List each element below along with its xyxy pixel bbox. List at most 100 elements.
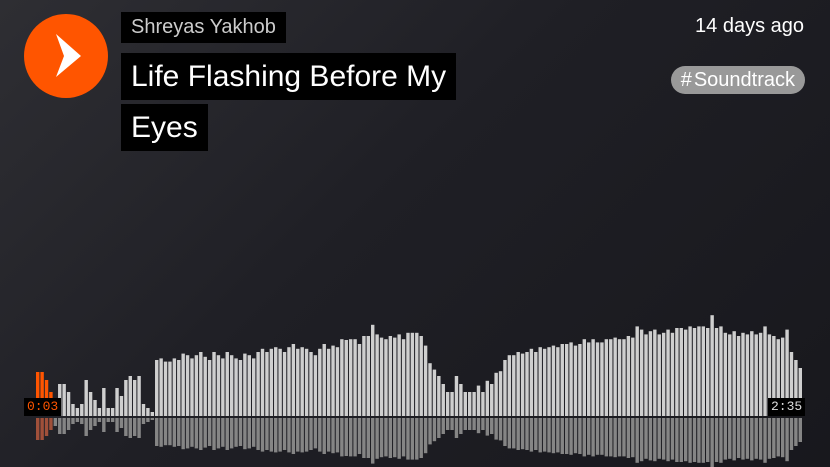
waveform-bar-reflection[interactable] (326, 418, 331, 452)
waveform-bar[interactable] (639, 329, 644, 416)
waveform-bar-reflection[interactable] (754, 418, 758, 459)
waveform-bar[interactable] (697, 326, 701, 416)
waveform-bar-reflection[interactable] (556, 418, 560, 453)
waveform-bar[interactable] (75, 408, 80, 416)
waveform-bar-reflection[interactable] (679, 418, 683, 462)
waveform-bar[interactable] (238, 360, 243, 416)
waveform-bar-reflection[interactable] (450, 418, 454, 430)
waveform-bar[interactable] (115, 388, 119, 416)
waveform-bar-reflection[interactable] (631, 418, 635, 458)
waveform-bar[interactable] (573, 345, 578, 416)
waveform-bar[interactable] (631, 337, 635, 416)
waveform-bar-reflection[interactable] (582, 418, 587, 457)
waveform-bar-reflection[interactable] (102, 418, 106, 432)
waveform-bar-reflection[interactable] (221, 418, 225, 447)
waveform-bar-reflection[interactable] (481, 418, 485, 430)
waveform-bar-reflection[interactable] (785, 418, 789, 462)
waveform-bar-reflection[interactable] (318, 418, 322, 452)
waveform-bar[interactable] (706, 328, 710, 416)
waveform-bar[interactable] (622, 339, 626, 416)
waveform-bar[interactable] (344, 340, 348, 416)
waveform-bar-reflection[interactable] (393, 418, 397, 458)
waveform-bar[interactable] (679, 328, 683, 416)
waveform-bar-reflection[interactable] (723, 418, 728, 460)
waveform-bar-reflection[interactable] (331, 418, 335, 454)
waveform-bar-reflection[interactable] (62, 418, 66, 434)
waveform-bar[interactable] (366, 336, 371, 416)
waveform-bar-reflection[interactable] (569, 418, 573, 455)
waveform-bar-reflection[interactable] (340, 418, 344, 457)
waveform-bar[interactable] (322, 344, 326, 416)
waveform-bar-reflection[interactable] (520, 418, 525, 450)
waveform-bar-reflection[interactable] (525, 418, 529, 450)
waveform-bar[interactable] (340, 339, 344, 416)
waveform-bar[interactable] (265, 352, 269, 416)
waveform-bar[interactable] (692, 328, 697, 416)
waveform-bar-reflection[interactable] (384, 418, 388, 457)
waveform-bar-reflection[interactable] (763, 418, 767, 463)
waveform-bar[interactable] (547, 347, 551, 416)
waveform-bar-reflection[interactable] (472, 418, 476, 430)
waveform-bar[interactable] (282, 352, 287, 416)
waveform-bar[interactable] (503, 360, 507, 416)
waveform-bar-reflection[interactable] (648, 418, 653, 461)
waveform-bar[interactable] (498, 371, 503, 416)
waveform-bar[interactable] (141, 404, 146, 416)
waveform-bar-reflection[interactable] (119, 418, 124, 428)
waveform-bar[interactable] (604, 339, 609, 416)
waveform-bar-reflection[interactable] (401, 418, 406, 457)
waveform-bar[interactable] (595, 342, 600, 416)
waveform-bar-reflection[interactable] (410, 418, 415, 460)
waveform-bar-reflection[interactable] (71, 418, 75, 424)
waveform-bar[interactable] (476, 385, 481, 416)
waveform-bar-reflection[interactable] (498, 418, 503, 441)
waveform-bar-reflection[interactable] (789, 418, 794, 450)
waveform-bar[interactable] (723, 332, 728, 416)
waveform-bar-reflection[interactable] (397, 418, 401, 459)
waveform-bar[interactable] (750, 331, 754, 416)
waveform-bar[interactable] (688, 326, 692, 416)
waveform-bar[interactable] (229, 355, 234, 416)
waveform-bar-reflection[interactable] (587, 418, 591, 455)
waveform-bar[interactable] (291, 344, 296, 416)
waveform-bar[interactable] (494, 372, 498, 416)
waveform-bar-reflection[interactable] (362, 418, 366, 458)
waveform-bar[interactable] (481, 392, 485, 416)
waveform-bar[interactable] (172, 358, 177, 416)
waveform-bar-reflection[interactable] (269, 418, 274, 452)
waveform-bar[interactable] (445, 392, 450, 416)
waveform-bar[interactable] (582, 339, 587, 416)
waveform-bar[interactable] (564, 344, 569, 416)
waveform-bar[interactable] (66, 392, 71, 416)
waveform-bar[interactable] (587, 342, 591, 416)
waveform-bar-reflection[interactable] (335, 418, 340, 453)
waveform-bar-reflection[interactable] (132, 418, 137, 436)
waveform-bar[interactable] (428, 363, 432, 416)
waveform-bar[interactable] (454, 376, 459, 416)
waveform-bar-reflection[interactable] (454, 418, 459, 438)
waveform-bar-reflection[interactable] (604, 418, 609, 457)
waveform-bar[interactable] (274, 347, 278, 416)
waveform-bar[interactable] (168, 361, 172, 416)
waveform-bar-reflection[interactable] (653, 418, 657, 462)
waveform-bar[interactable] (278, 348, 282, 416)
waveform-bar[interactable] (423, 345, 428, 416)
waveform-bar-reflection[interactable] (199, 418, 203, 450)
waveform-bar-reflection[interactable] (794, 418, 798, 446)
waveform-bar[interactable] (710, 315, 714, 416)
waveform-bar-reflection[interactable] (441, 418, 445, 434)
waveform-bar[interactable] (406, 332, 410, 416)
waveform-bar-reflection[interactable] (49, 418, 53, 430)
waveform-bar-reflection[interactable] (353, 418, 357, 457)
waveform-bar[interactable] (177, 360, 181, 416)
waveform-bar-reflection[interactable] (666, 418, 670, 462)
waveform-bar[interactable] (741, 332, 745, 416)
waveform-bar[interactable] (119, 396, 124, 416)
waveform-bar[interactable] (216, 355, 221, 416)
waveform-bar-reflection[interactable] (564, 418, 569, 454)
waveform-bar-reflection[interactable] (124, 418, 128, 436)
waveform-bar[interactable] (97, 408, 102, 416)
waveform-bar-reflection[interactable] (728, 418, 732, 459)
waveform-bar[interactable] (432, 369, 437, 416)
waveform-bar-reflection[interactable] (542, 418, 547, 452)
